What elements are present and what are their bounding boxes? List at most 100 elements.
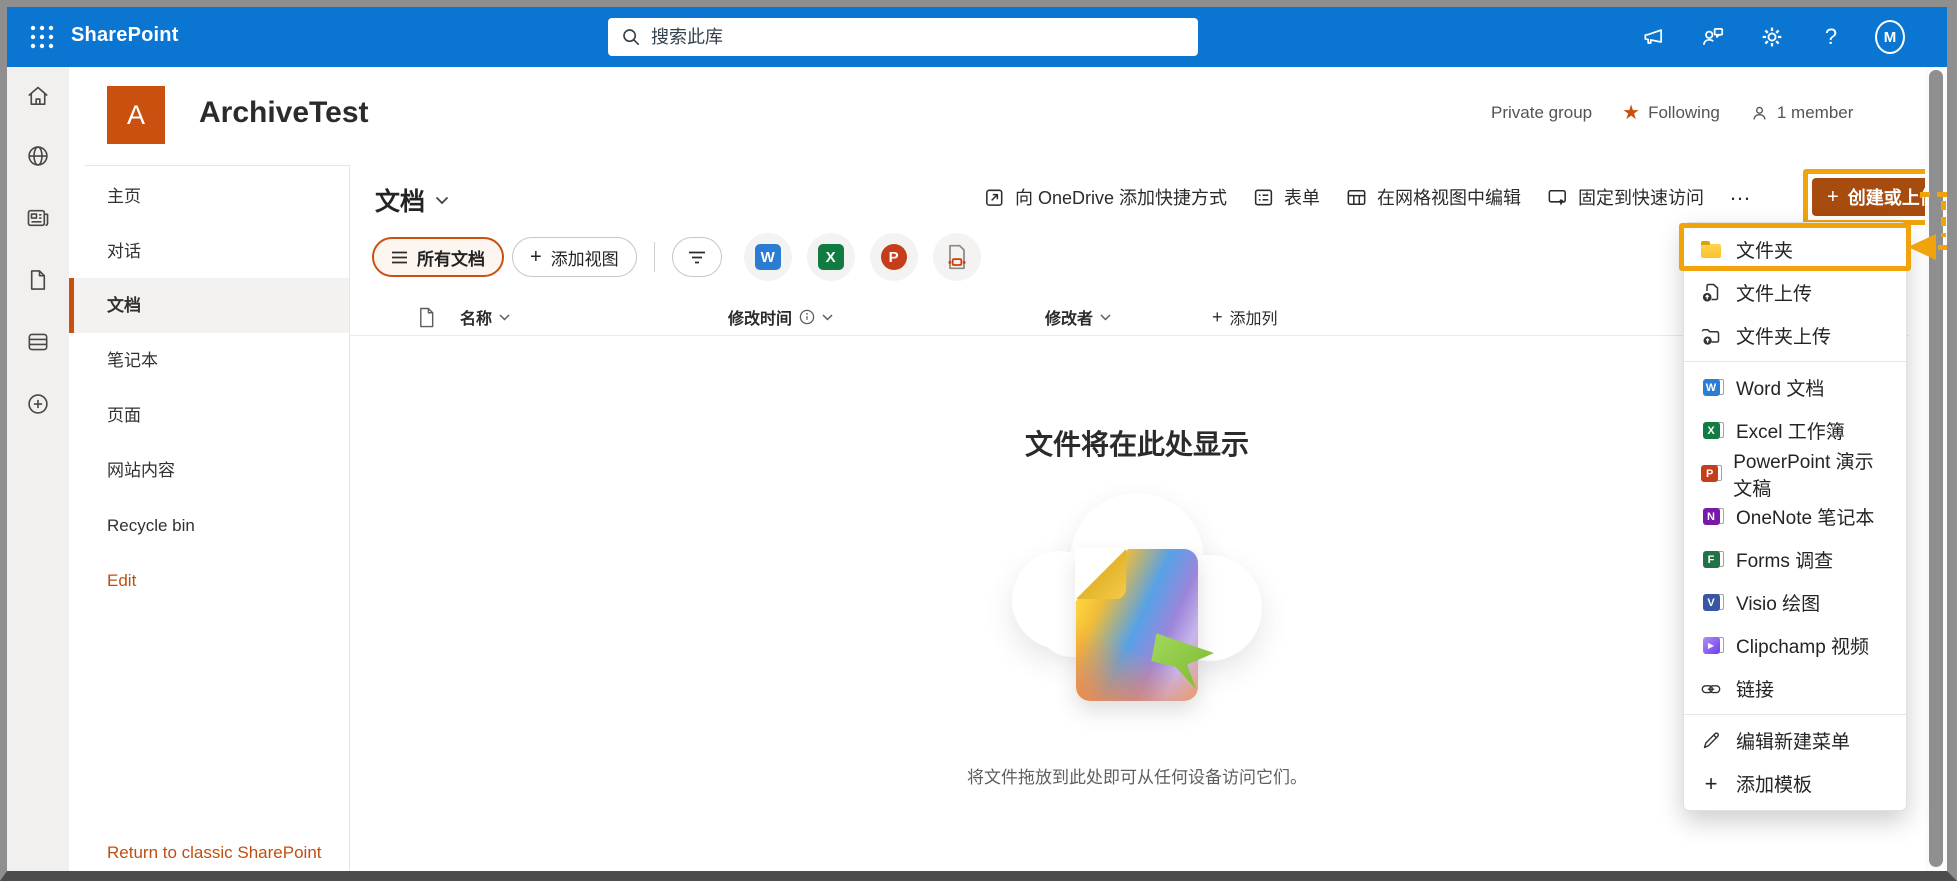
menu-item-clipchamp-video[interactable]: Clipchamp 视频	[1684, 624, 1906, 667]
help-icon[interactable]: ?	[1816, 22, 1846, 52]
pin-quick-access-button[interactable]: 固定到快速访问	[1546, 184, 1704, 210]
clipchamp-icon	[1699, 637, 1723, 654]
colorful-document-graphic	[1076, 549, 1198, 701]
library-title: 文档	[375, 182, 425, 218]
chevron-down-icon	[822, 314, 833, 321]
modified-by-column-header[interactable]: 修改者	[1045, 299, 1111, 335]
powerpoint-icon	[1699, 465, 1720, 482]
nav-item-conversations[interactable]: 对话	[69, 224, 349, 279]
form-document-app-button[interactable]	[933, 233, 981, 281]
menu-item-forms-survey[interactable]: Forms 调查	[1684, 538, 1906, 581]
settings-gear-icon[interactable]	[1757, 22, 1787, 52]
menu-item-word-document[interactable]: Word 文档	[1684, 366, 1906, 409]
link-icon	[1699, 678, 1723, 700]
nav-item-recycle-bin[interactable]: Recycle bin	[69, 498, 349, 553]
pin-icon	[1546, 186, 1569, 209]
chevron-down-icon	[1100, 314, 1111, 321]
home-icon[interactable]	[25, 83, 51, 109]
members-button[interactable]: 1 member	[1750, 103, 1854, 123]
menu-item-folder[interactable]: 文件夹	[1684, 228, 1906, 271]
add-circle-icon[interactable]	[25, 391, 51, 417]
filter-icon	[688, 251, 706, 264]
name-column-header[interactable]: 名称	[460, 299, 510, 335]
add-onedrive-shortcut-button[interactable]: 向 OneDrive 添加快捷方式	[983, 184, 1227, 210]
app-shortcuts	[744, 233, 981, 281]
app-rail	[7, 67, 69, 871]
suite-bar: SharePoint	[7, 7, 1947, 67]
megaphone-icon[interactable]	[1639, 22, 1669, 52]
site-logo[interactable]: A	[107, 86, 165, 144]
nav-item-site-contents[interactable]: 网站内容	[69, 443, 349, 498]
scrollbar[interactable]	[1925, 67, 1947, 871]
filter-pill[interactable]	[672, 237, 722, 277]
search-box[interactable]	[608, 18, 1198, 56]
search-input[interactable]	[651, 27, 1185, 48]
visio-icon	[1699, 594, 1723, 611]
folder-icon	[1699, 241, 1723, 258]
feedback-people-icon[interactable]	[1698, 22, 1728, 52]
list-library-icon[interactable]	[25, 329, 51, 355]
globe-icon[interactable]	[25, 143, 51, 169]
scrollbar-thumb[interactable]	[1929, 70, 1943, 867]
modified-column-header[interactable]: 修改时间	[728, 299, 833, 335]
app-launcher-icon[interactable]	[28, 23, 56, 51]
chevron-down-icon	[435, 196, 449, 205]
return-classic-link[interactable]: Return to classic SharePoint	[107, 843, 322, 863]
views-toolbar: 所有文档 + 添加视图	[372, 235, 981, 279]
word-app-button[interactable]	[744, 233, 792, 281]
annotation-dash-line	[1938, 245, 1957, 250]
document-icon[interactable]	[25, 267, 51, 293]
nav-item-edit[interactable]: Edit	[69, 553, 349, 608]
nav-item-notebook[interactable]: 笔记本	[69, 333, 349, 388]
folder-upload-icon	[1699, 325, 1723, 347]
pencil-icon	[1699, 730, 1723, 751]
add-shortcut-icon	[983, 186, 1006, 209]
site-navigation: 主页 对话 文档 笔记本 页面 网站内容 Recycle bin Edit Re…	[69, 165, 350, 871]
file-type-column[interactable]	[417, 299, 436, 335]
grid-edit-button[interactable]: 在网格视图中编辑	[1345, 184, 1521, 210]
site-title[interactable]: ArchiveTest	[199, 96, 369, 130]
account-avatar[interactable]: M	[1875, 22, 1905, 52]
menu-item-link[interactable]: 链接	[1684, 667, 1906, 710]
powerpoint-app-button[interactable]	[870, 233, 918, 281]
nav-item-documents[interactable]: 文档	[69, 278, 349, 333]
star-icon: ★	[1622, 103, 1640, 123]
grid-edit-icon	[1345, 186, 1368, 209]
list-header: 名称 修改时间 修改者 + 添加列	[350, 299, 1909, 336]
excel-app-button[interactable]	[807, 233, 855, 281]
news-icon[interactable]	[25, 205, 51, 231]
plus-icon: +	[530, 247, 542, 267]
add-column-button[interactable]: + 添加列	[1212, 299, 1278, 335]
annotation-arrow	[1908, 234, 1936, 260]
site-meta: Private group ★ Following 1 member	[1491, 103, 1853, 123]
nav-item-home[interactable]: 主页	[69, 169, 349, 224]
add-view-pill[interactable]: + 添加视图	[512, 237, 637, 277]
more-commands-button[interactable]: …	[1729, 180, 1753, 214]
annotation-dash-line	[1941, 201, 1946, 237]
current-view-pill[interactable]: 所有文档	[372, 237, 504, 277]
chevron-down-icon	[499, 314, 510, 321]
menu-item-edit-new-menu[interactable]: 编辑新建菜单	[1684, 719, 1906, 762]
excel-icon	[818, 244, 844, 270]
menu-item-add-template[interactable]: + 添加模板	[1684, 762, 1906, 805]
menu-item-powerpoint-presentation[interactable]: PowerPoint 演示文稿	[1684, 452, 1906, 495]
nav-item-pages[interactable]: 页面	[69, 388, 349, 443]
onenote-icon	[1699, 508, 1723, 525]
menu-item-file-upload[interactable]: 文件上传	[1684, 271, 1906, 314]
library-title-dropdown[interactable]: 文档	[375, 182, 449, 218]
suite-app-name[interactable]: SharePoint	[71, 24, 179, 47]
create-upload-menu: 文件夹 文件上传 文件夹上传 Word 文档 Excel 工作簿	[1683, 222, 1907, 811]
menu-item-onenote-notebook[interactable]: OneNote 笔记本	[1684, 495, 1906, 538]
excel-icon	[1699, 422, 1723, 439]
menu-item-visio-drawing[interactable]: Visio 绘图	[1684, 581, 1906, 624]
empty-state-caption: 将文件拖放到此处即可从任何设备访问它们。	[837, 763, 1437, 788]
forms-command-button[interactable]: 表单	[1252, 184, 1320, 210]
following-button[interactable]: ★ Following	[1622, 103, 1720, 123]
search-icon	[621, 27, 641, 47]
privacy-label: Private group	[1491, 103, 1592, 123]
site-header: A ArchiveTest Private group ★ Following …	[69, 67, 1925, 165]
menu-item-folder-upload[interactable]: 文件夹上传	[1684, 314, 1906, 357]
info-icon	[799, 309, 815, 325]
plus-icon: +	[1827, 187, 1839, 207]
powerpoint-icon	[881, 244, 907, 270]
